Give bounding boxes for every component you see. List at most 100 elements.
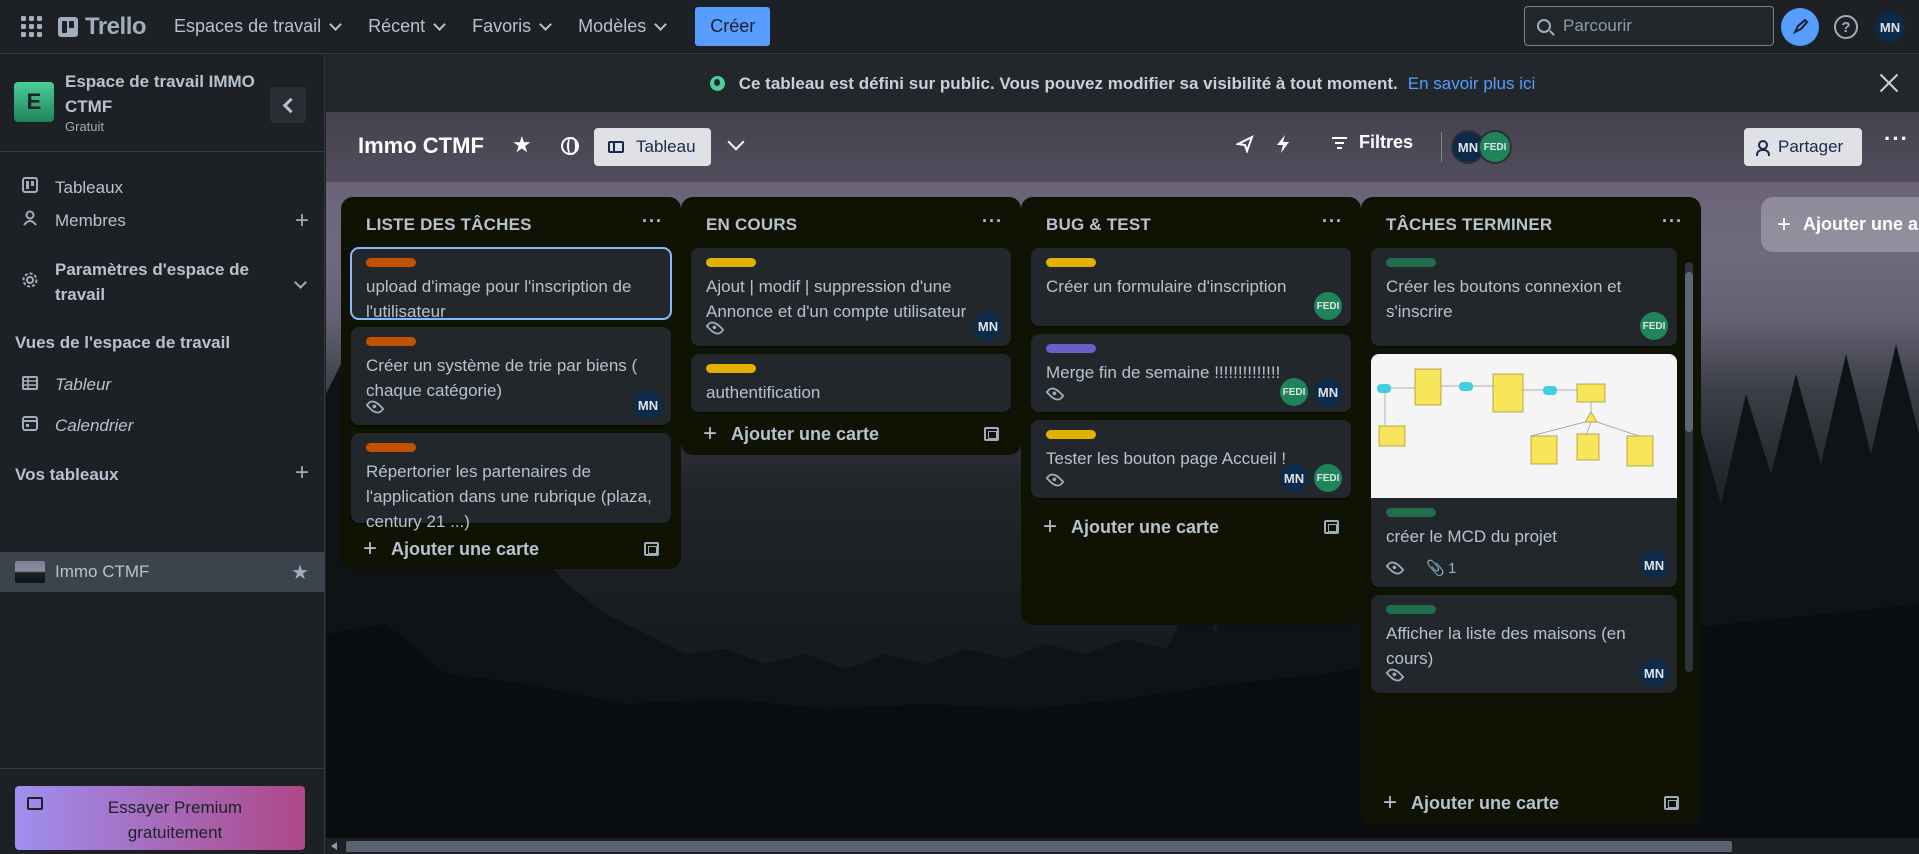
- card[interactable]: Tester les bouton page Accueil ! MN FEDI: [1031, 420, 1351, 498]
- card-label-green[interactable]: [1386, 605, 1436, 614]
- card-label-yellow[interactable]: [1046, 430, 1096, 439]
- search-box[interactable]: [1524, 6, 1774, 46]
- card-label-yellow[interactable]: [706, 364, 756, 373]
- menu-starred[interactable]: Favoris: [462, 8, 560, 45]
- card-label-orange[interactable]: [366, 443, 416, 452]
- board-horizontal-scrollbar[interactable]: [326, 838, 1919, 854]
- card-label-yellow[interactable]: [706, 258, 756, 267]
- member-avatar[interactable]: FEDI: [1640, 312, 1668, 340]
- automation-icon[interactable]: [1276, 135, 1290, 158]
- card[interactable]: Merge fin de semaine !!!!!!!!!!!!!! FEDI…: [1031, 334, 1351, 412]
- list-scrollbar[interactable]: [1685, 262, 1693, 672]
- app-switcher-icon[interactable]: [20, 16, 42, 38]
- card[interactable]: Créer un système de trie par biens ( cha…: [351, 327, 671, 425]
- card[interactable]: upload d'image pour l'inscription de l'u…: [350, 247, 672, 321]
- watch-icon: [1045, 384, 1065, 404]
- menu-label: Récent: [368, 16, 426, 36]
- card-label-green[interactable]: [1386, 258, 1436, 267]
- power-ups-icon[interactable]: [1234, 134, 1254, 158]
- close-icon[interactable]: [1875, 69, 1903, 97]
- scrollbar-thumb[interactable]: [1685, 272, 1693, 432]
- board-title[interactable]: Immo CTMF: [358, 133, 484, 159]
- chevron-down-icon: [433, 17, 447, 31]
- add-card-button[interactable]: + Ajouter une carte: [703, 420, 879, 448]
- sidebar-board-immo-ctmf[interactable]: Immo CTMF ★: [0, 552, 325, 592]
- view-switcher-button[interactable]: Tableau: [594, 128, 711, 166]
- more-icon[interactable]: ···: [1884, 126, 1909, 152]
- share-button[interactable]: Partager: [1744, 128, 1862, 166]
- list-menu-icon[interactable]: ···: [982, 211, 1003, 232]
- add-card-button[interactable]: + Ajouter une carte: [1043, 513, 1219, 541]
- member-avatar[interactable]: MN: [1640, 659, 1668, 687]
- card-template-icon[interactable]: [984, 427, 999, 441]
- sidebar-item-members[interactable]: Membres +: [0, 207, 325, 234]
- rocket-icon[interactable]: [1781, 8, 1819, 46]
- card-label-orange[interactable]: [366, 258, 416, 267]
- add-card-button[interactable]: + Ajouter une carte: [363, 535, 539, 563]
- menu-workspaces[interactable]: Espaces de travail: [164, 8, 350, 45]
- add-list-button[interactable]: + Ajouter une autre liste: [1761, 197, 1919, 252]
- star-icon[interactable]: ★: [291, 560, 309, 585]
- search-input[interactable]: [1563, 16, 1753, 36]
- card[interactable]: créer le MCD du projet 📎 1 MN: [1371, 354, 1677, 587]
- card-label-green[interactable]: [1386, 508, 1436, 517]
- sidebar-item-calendar[interactable]: Calendrier: [0, 415, 325, 436]
- star-icon[interactable]: ★: [512, 132, 532, 158]
- list-title[interactable]: BUG & TEST: [1046, 215, 1151, 235]
- create-button[interactable]: Créer: [695, 7, 771, 46]
- add-card-button[interactable]: + Ajouter une carte: [1383, 789, 1559, 817]
- card[interactable]: Afficher la liste des maisons (en cours)…: [1371, 595, 1677, 693]
- mcd-diagram-cover: [1371, 354, 1677, 498]
- sidebar-item-boards[interactable]: Tableaux: [0, 177, 325, 198]
- chevron-down-icon[interactable]: [727, 133, 745, 151]
- list-menu-icon[interactable]: ···: [1662, 211, 1683, 232]
- list-title[interactable]: EN COURS: [706, 215, 797, 235]
- user-avatar[interactable]: MN: [1875, 12, 1905, 42]
- card-label-yellow[interactable]: [1046, 258, 1096, 267]
- collapse-sidebar-button[interactable]: [270, 87, 306, 123]
- learn-more-link[interactable]: En savoir plus ici: [1408, 74, 1536, 94]
- sidebar-item-settings[interactable]: Paramètres d'espace de travail: [0, 257, 325, 307]
- card-template-icon[interactable]: [644, 542, 659, 556]
- card[interactable]: authentification: [691, 354, 1011, 412]
- card-label-purple[interactable]: [1046, 344, 1096, 353]
- member-avatar[interactable]: MN: [1640, 551, 1668, 579]
- member-avatar[interactable]: MN: [1314, 378, 1342, 406]
- add-board-icon[interactable]: +: [295, 459, 309, 487]
- workspace-name[interactable]: Espace de travail IMMO CTMF: [65, 69, 265, 119]
- list-menu-icon[interactable]: ···: [642, 211, 663, 232]
- card-template-icon[interactable]: [1324, 520, 1339, 534]
- add-card-label: Ajouter une carte: [1071, 516, 1220, 537]
- sidebar-item-table[interactable]: Tableur: [0, 375, 325, 395]
- sidebar-item-label: Membres: [55, 210, 126, 230]
- card[interactable]: Créer les boutons connexion et s'inscrir…: [1371, 248, 1677, 346]
- scroll-left-icon[interactable]: [331, 842, 337, 850]
- menu-recent[interactable]: Récent: [358, 8, 454, 45]
- scrollbar-thumb[interactable]: [346, 841, 1732, 852]
- list-bug-test: BUG & TEST ··· Créer un formulaire d'ins…: [1021, 197, 1361, 625]
- filters-button[interactable]: Filtres: [1332, 132, 1413, 153]
- add-member-icon[interactable]: +: [295, 207, 309, 235]
- member-avatar[interactable]: FEDI: [1478, 130, 1512, 164]
- member-avatar[interactable]: FEDI: [1280, 378, 1308, 406]
- list-menu-icon[interactable]: ···: [1322, 211, 1343, 232]
- visibility-icon[interactable]: [561, 137, 579, 155]
- menu-templates[interactable]: Modèles: [568, 8, 675, 45]
- member-avatar[interactable]: FEDI: [1314, 464, 1342, 492]
- member-avatar[interactable]: FEDI: [1314, 292, 1342, 320]
- card[interactable]: Ajout | modif | suppression d'une Annonc…: [691, 248, 1011, 346]
- card-title: authentification: [706, 383, 821, 402]
- add-person-icon: [1756, 140, 1770, 156]
- try-premium-button[interactable]: Essayer Premium gratuitement: [15, 786, 305, 850]
- help-icon[interactable]: ?: [1834, 15, 1858, 39]
- member-avatar[interactable]: MN: [974, 312, 1002, 340]
- trello-logo[interactable]: Trello: [58, 13, 147, 41]
- card[interactable]: Répertorier les partenaires de l'applica…: [351, 433, 671, 531]
- member-avatar[interactable]: MN: [1280, 464, 1308, 492]
- list-title[interactable]: TÂCHES TERMINER: [1386, 215, 1552, 235]
- card-label-orange[interactable]: [366, 337, 416, 346]
- list-title[interactable]: LISTE DES TÂCHES: [366, 215, 532, 235]
- card-template-icon[interactable]: [1664, 796, 1679, 810]
- card[interactable]: Créer un formulaire d'inscription FEDI: [1031, 248, 1351, 326]
- member-avatar[interactable]: MN: [634, 391, 662, 419]
